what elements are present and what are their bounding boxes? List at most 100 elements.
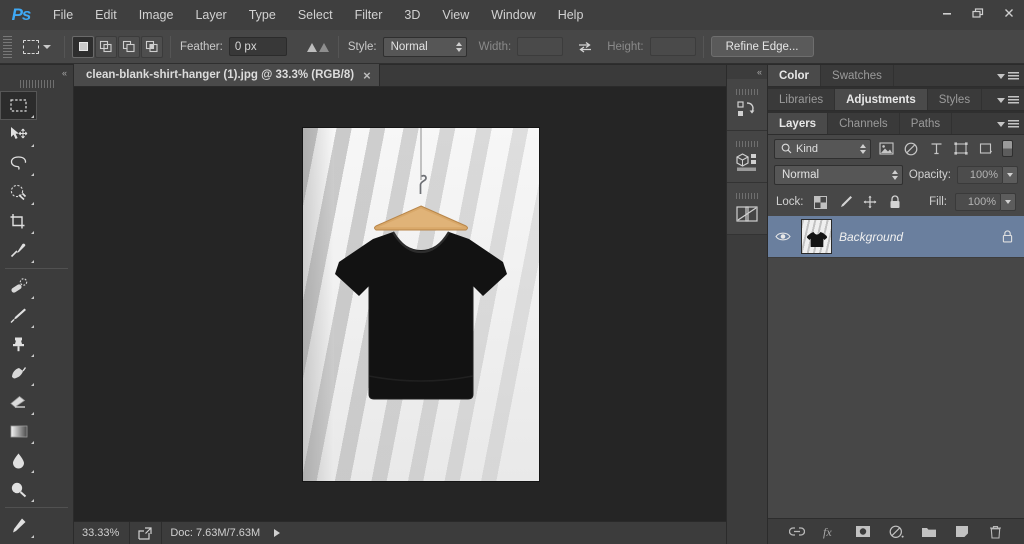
add-layer-style-button[interactable]: fx xyxy=(822,523,839,540)
layer-list[interactable]: Background xyxy=(768,216,1024,518)
new-selection-button[interactable] xyxy=(72,35,94,58)
pen-tool[interactable] xyxy=(0,511,37,540)
panel-gripper[interactable] xyxy=(736,192,758,199)
crop-tool[interactable] xyxy=(0,207,37,236)
menu-help[interactable]: Help xyxy=(547,0,595,30)
menu-window[interactable]: Window xyxy=(480,0,546,30)
move-tool[interactable] xyxy=(0,120,37,149)
tab-paths[interactable]: Paths xyxy=(900,113,953,134)
swap-dimensions-icon[interactable] xyxy=(577,40,593,54)
layers-panel-menu-button[interactable] xyxy=(997,113,1019,135)
tab-libraries[interactable]: Libraries xyxy=(768,89,836,110)
fill-input[interactable]: 100% xyxy=(955,193,1001,211)
tool-preset-picker[interactable] xyxy=(17,35,57,59)
filter-kind-select[interactable]: Kind xyxy=(774,138,871,159)
tab-styles[interactable]: Styles xyxy=(928,89,983,110)
style-select[interactable]: Normal xyxy=(382,36,467,57)
panel-gripper[interactable] xyxy=(736,88,758,95)
add-layer-mask-button[interactable] xyxy=(855,523,872,540)
gradient-tool[interactable] xyxy=(0,417,37,446)
properties-panel-icon[interactable] xyxy=(727,183,767,235)
dodge-tool[interactable] xyxy=(0,475,37,504)
blend-mode-select[interactable]: Normal xyxy=(774,165,903,185)
intersect-with-selection-button[interactable] xyxy=(141,35,163,58)
new-adjustment-layer-button[interactable] xyxy=(888,523,905,540)
menu-select[interactable]: Select xyxy=(287,0,344,30)
menu-file[interactable]: File xyxy=(42,0,84,30)
tools-panel-gripper[interactable] xyxy=(19,80,54,88)
filter-smart-object-icon[interactable] xyxy=(976,139,996,159)
rail-collapse-button[interactable]: « xyxy=(727,65,767,79)
filter-pixel-layers-icon[interactable] xyxy=(876,139,896,159)
lock-transparent-pixels-icon[interactable] xyxy=(812,194,829,211)
tab-adjustments[interactable]: Adjustments xyxy=(835,89,928,110)
restore-button[interactable] xyxy=(962,0,993,26)
canvas-viewport[interactable] xyxy=(74,87,768,521)
menu-view[interactable]: View xyxy=(431,0,480,30)
document-tab[interactable]: clean-blank-shirt-hanger (1).jpg @ 33.3%… xyxy=(74,64,380,86)
eraser-tool[interactable] xyxy=(0,388,37,417)
layer-thumbnail[interactable] xyxy=(801,219,832,254)
layer-visibility-toggle[interactable] xyxy=(772,231,794,242)
filter-shape-layers-icon[interactable] xyxy=(951,139,971,159)
anti-alias-icon[interactable] xyxy=(305,40,331,54)
tools-collapse-button[interactable]: « xyxy=(0,65,73,80)
adjustments-panel-menu-button[interactable] xyxy=(997,89,1019,111)
tab-channels[interactable]: Channels xyxy=(828,113,900,134)
refine-edge-button[interactable]: Refine Edge... xyxy=(710,36,814,57)
menu-type[interactable]: Type xyxy=(238,0,287,30)
chevron-down-icon xyxy=(997,97,1005,103)
filter-type-layers-icon[interactable] xyxy=(926,139,946,159)
link-layers-button[interactable] xyxy=(789,523,806,540)
filter-enable-toggle[interactable] xyxy=(1002,140,1013,157)
minimize-button[interactable] xyxy=(931,0,962,26)
width-input[interactable] xyxy=(517,37,564,56)
tab-layers[interactable]: Layers xyxy=(768,113,829,134)
rectangular-marquee-tool[interactable] xyxy=(0,91,37,120)
color-panel-menu-button[interactable] xyxy=(997,65,1019,87)
tab-color[interactable]: Color xyxy=(768,65,822,86)
subtract-from-selection-button[interactable] xyxy=(118,35,140,58)
opacity-slider-button[interactable] xyxy=(1003,166,1018,184)
panel-gripper[interactable] xyxy=(736,140,758,147)
fill-slider-button[interactable] xyxy=(1001,193,1016,211)
3d-panel-icon[interactable] xyxy=(727,131,767,183)
menu-image[interactable]: Image xyxy=(128,0,185,30)
options-bar-gripper[interactable] xyxy=(3,35,12,58)
history-panel-icon[interactable] xyxy=(727,79,767,131)
close-button[interactable] xyxy=(993,0,1024,26)
layer-name[interactable]: Background xyxy=(839,230,992,244)
new-layer-button[interactable] xyxy=(954,523,971,540)
blur-tool[interactable] xyxy=(0,446,37,475)
clone-stamp-tool[interactable] xyxy=(0,330,37,359)
horizontal-type-tool[interactable] xyxy=(0,540,37,544)
lock-all-icon[interactable] xyxy=(887,194,904,211)
feather-input[interactable]: 0 px xyxy=(228,37,287,56)
status-menu-arrow-icon[interactable] xyxy=(274,529,281,537)
height-input[interactable] xyxy=(649,37,696,56)
brush-tool[interactable] xyxy=(0,301,37,330)
opacity-input[interactable]: 100% xyxy=(957,166,1003,184)
add-to-selection-button[interactable] xyxy=(95,35,117,58)
right-panel-dock: Color Swatches Libraries Adjustments Sty… xyxy=(768,65,1024,544)
menu-edit[interactable]: Edit xyxy=(84,0,128,30)
eyedropper-tool[interactable] xyxy=(0,236,37,265)
delete-layer-button[interactable] xyxy=(987,523,1004,540)
tab-swatches[interactable]: Swatches xyxy=(821,65,894,86)
quick-selection-tool[interactable] xyxy=(0,178,37,207)
spot-healing-brush-tool[interactable] xyxy=(0,272,37,301)
new-group-button[interactable] xyxy=(921,523,938,540)
blend-mode-row: Normal Opacity: 100% xyxy=(768,162,1024,188)
menu-3d[interactable]: 3D xyxy=(393,0,431,30)
filter-adjustment-layers-icon[interactable] xyxy=(901,139,921,159)
lasso-tool[interactable] xyxy=(0,149,37,178)
lock-position-icon[interactable] xyxy=(862,194,879,211)
menu-filter[interactable]: Filter xyxy=(344,0,394,30)
table-row[interactable]: Background xyxy=(768,216,1024,258)
close-icon[interactable]: × xyxy=(363,69,371,82)
share-icon[interactable] xyxy=(130,526,161,540)
history-brush-tool[interactable] xyxy=(0,359,37,388)
zoom-level[interactable]: 33.33% xyxy=(74,527,129,539)
lock-image-pixels-icon[interactable] xyxy=(837,194,854,211)
menu-layer[interactable]: Layer xyxy=(184,0,237,30)
